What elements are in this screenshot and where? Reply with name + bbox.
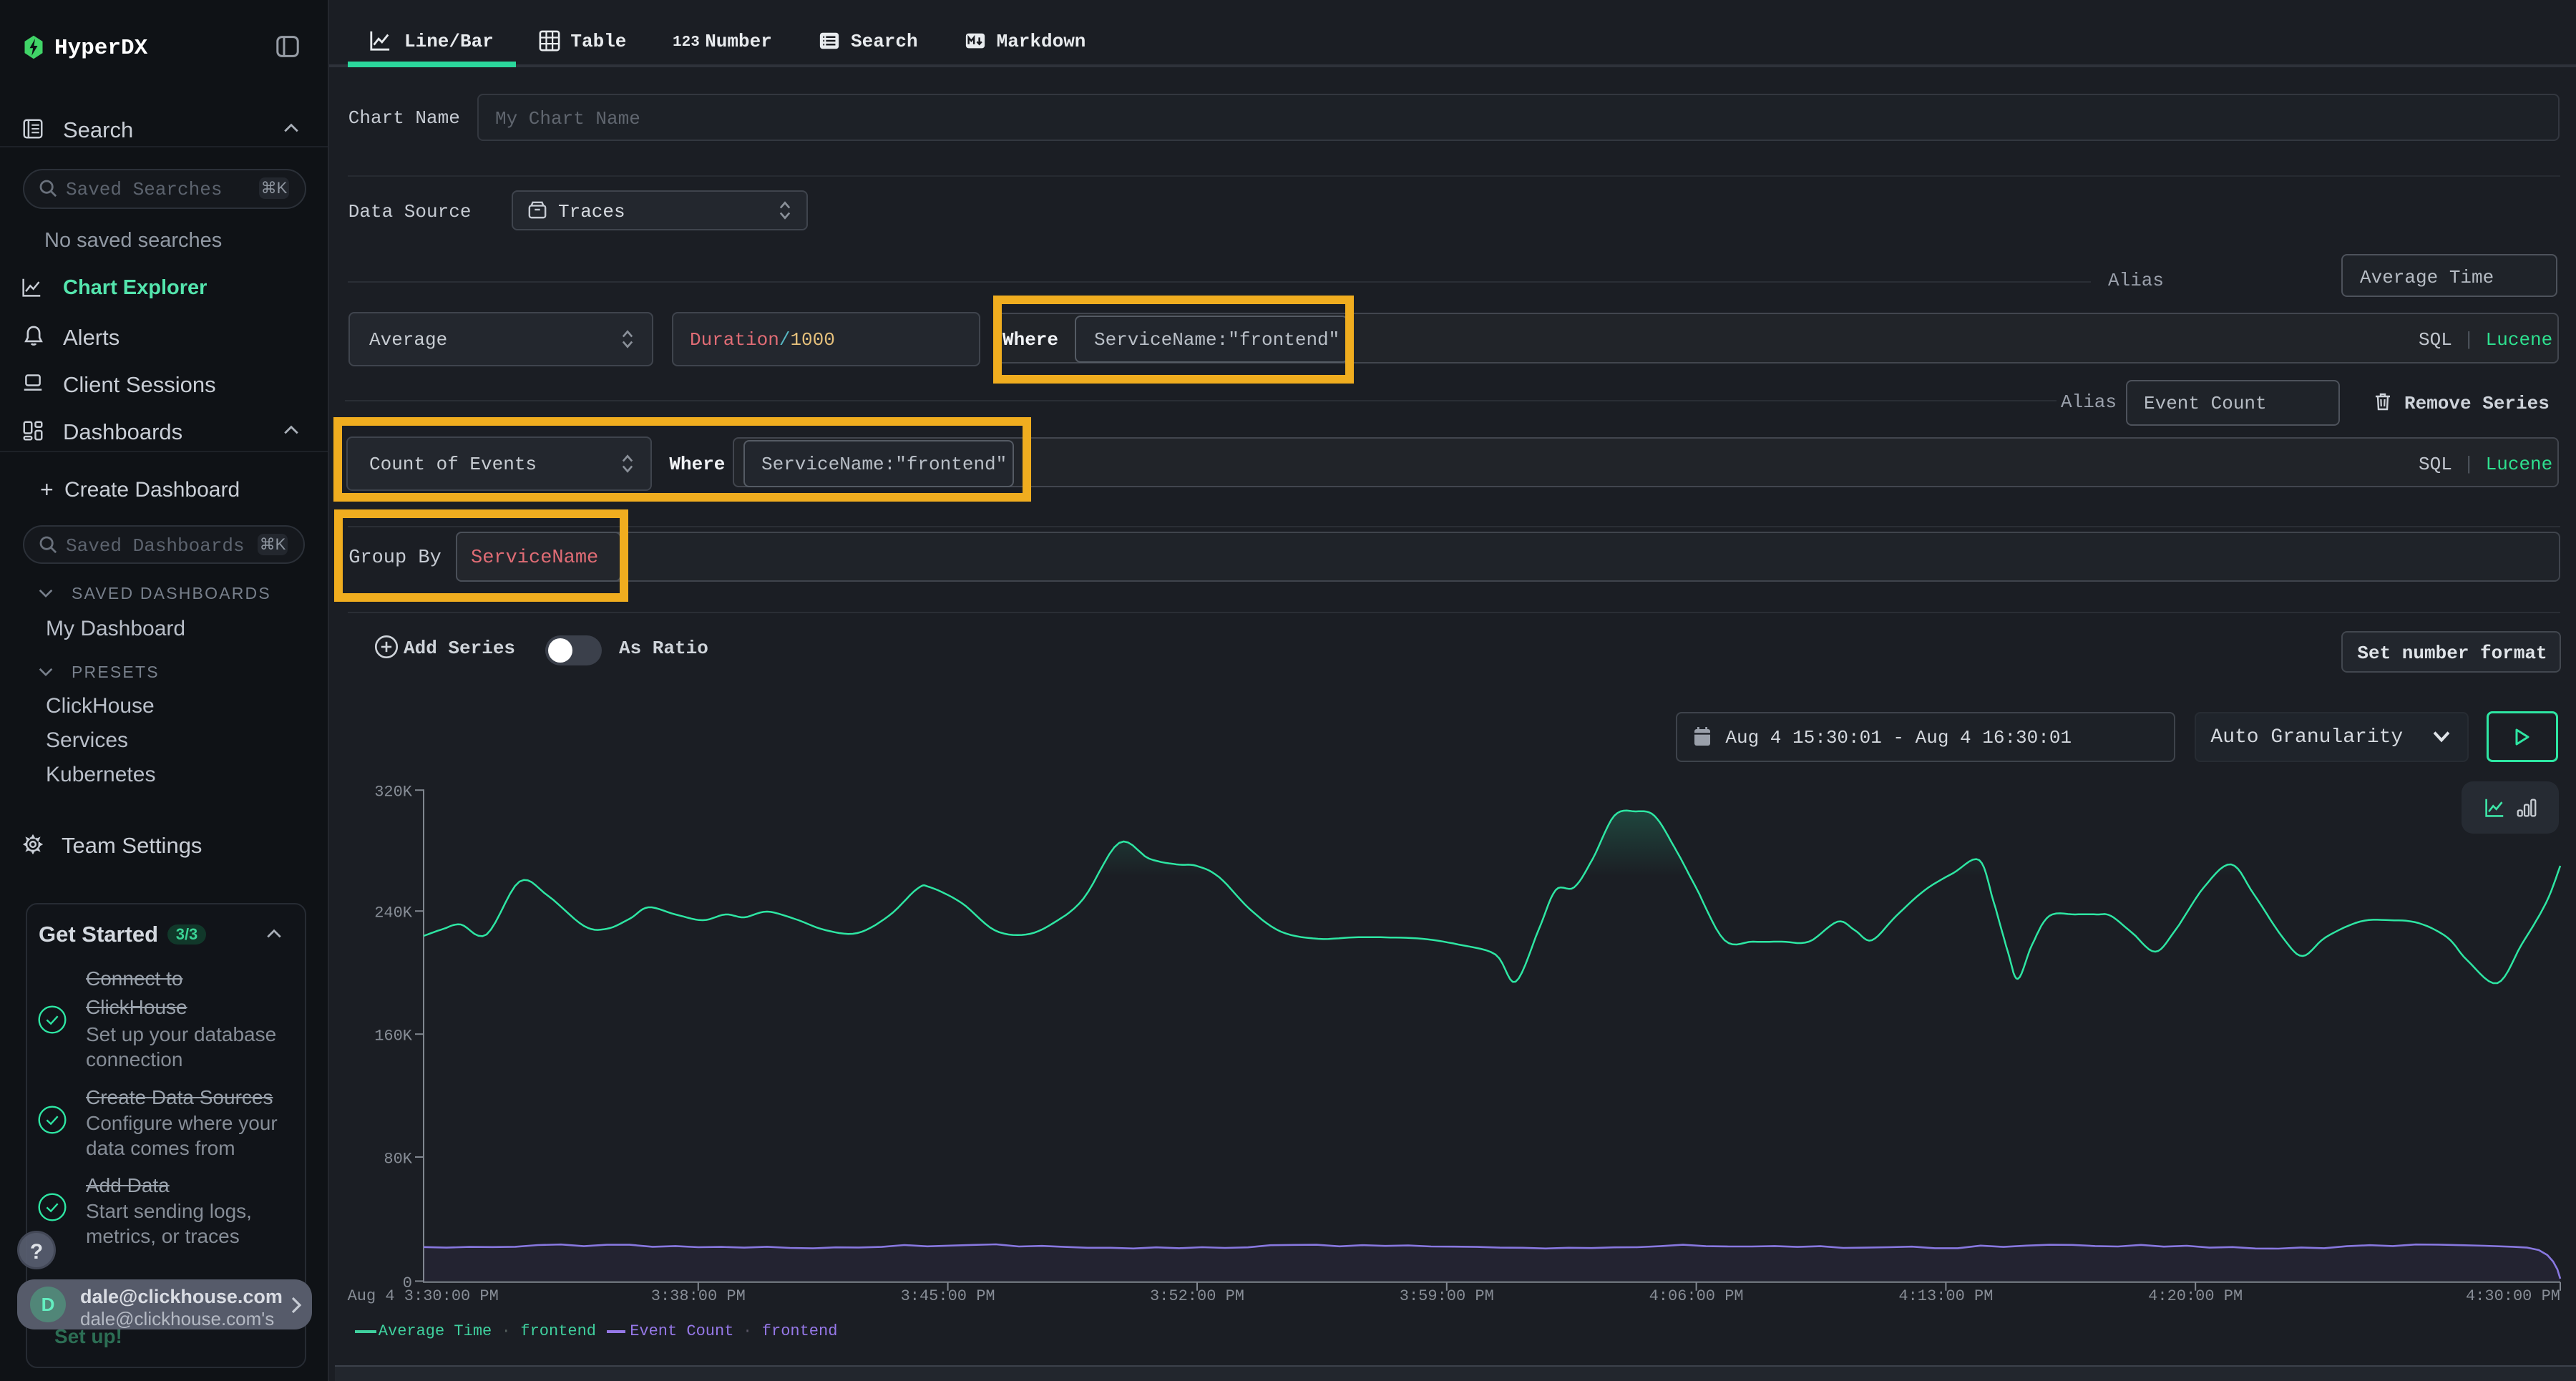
svg-text:3:52:00 PM: 3:52:00 PM <box>1150 1287 1244 1305</box>
svg-text:4:20:00 PM: 4:20:00 PM <box>2148 1287 2243 1305</box>
svg-text:320K: 320K <box>374 784 413 801</box>
svg-text:3:45:00 PM: 3:45:00 PM <box>901 1287 995 1305</box>
svg-text:Aug 4 3:30:00 PM: Aug 4 3:30:00 PM <box>348 1287 499 1305</box>
svg-text:3:38:00 PM: 3:38:00 PM <box>651 1287 746 1305</box>
svg-text:80K: 80K <box>384 1150 412 1168</box>
svg-text:3:59:00 PM: 3:59:00 PM <box>1400 1287 1494 1305</box>
svg-text:4:13:00 PM: 4:13:00 PM <box>1898 1287 1993 1305</box>
svg-text:240K: 240K <box>374 904 413 922</box>
svg-text:160K: 160K <box>374 1028 413 1045</box>
svg-text:4:06:00 PM: 4:06:00 PM <box>1649 1287 1744 1305</box>
svg-text:4:30:00 PM: 4:30:00 PM <box>2466 1287 2560 1305</box>
